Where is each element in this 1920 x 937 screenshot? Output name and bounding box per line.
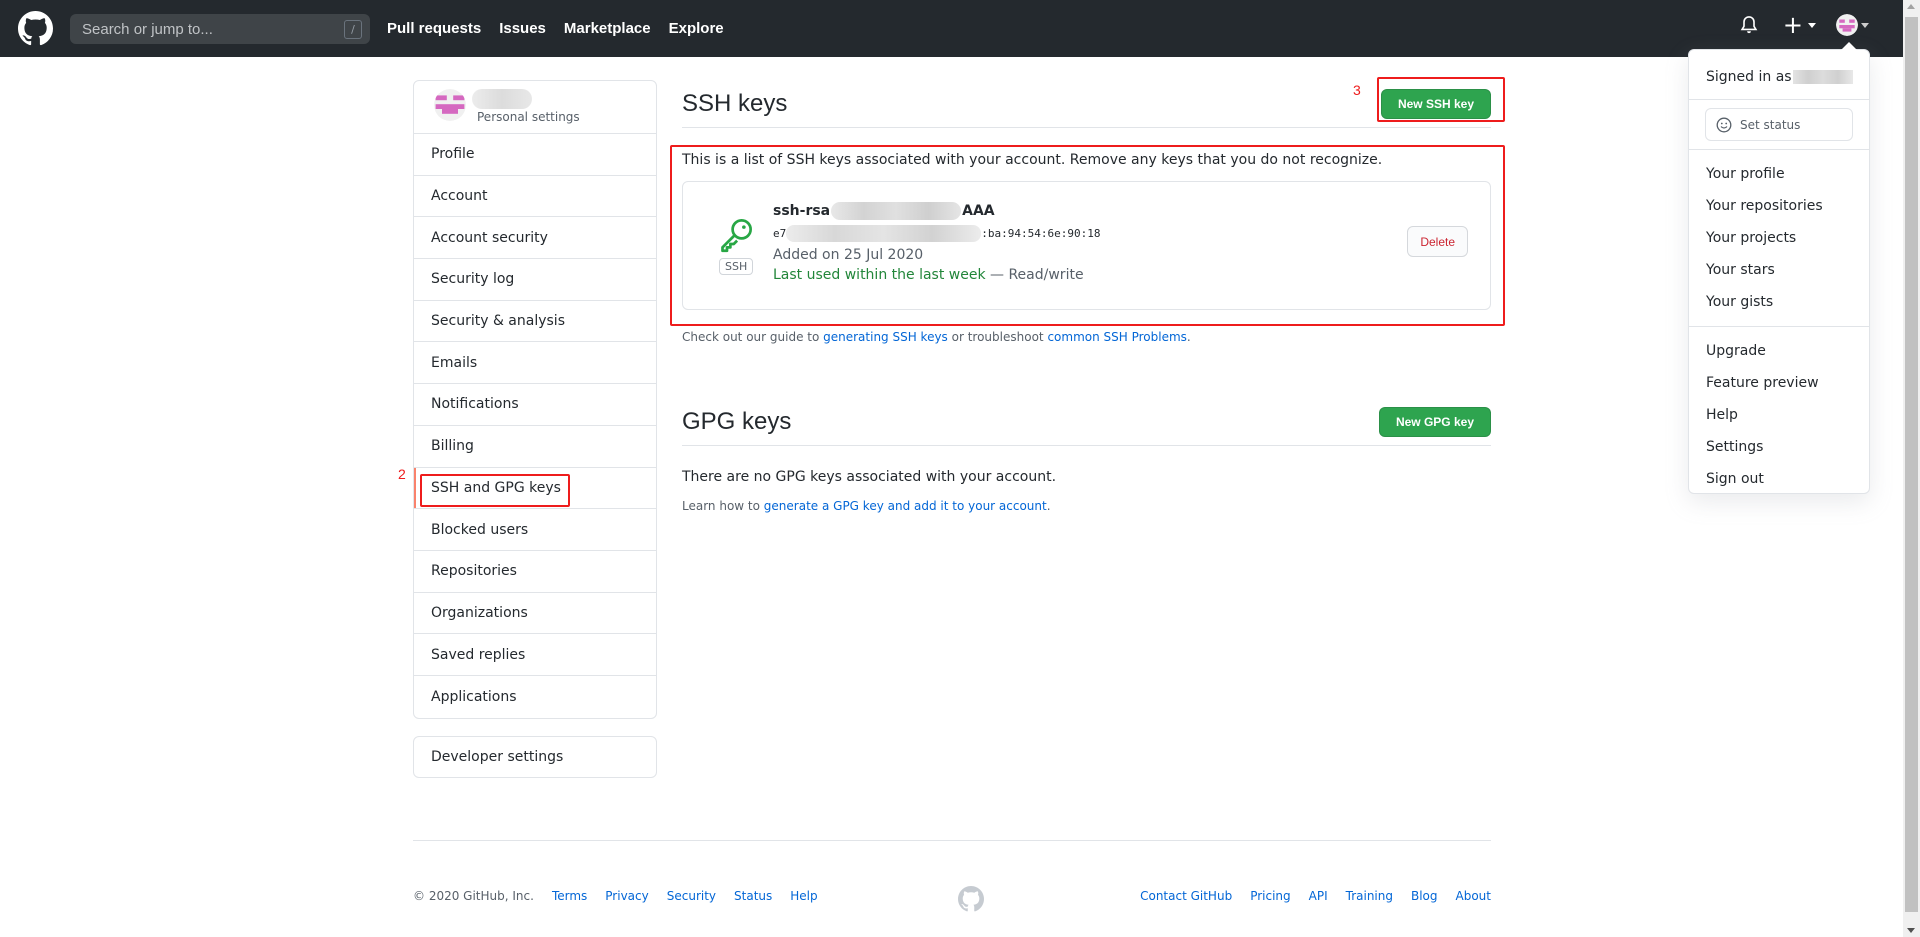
gpg-empty-message: There are no GPG keys associated with yo… <box>682 469 1057 485</box>
footer-link-about[interactable]: About <box>1456 889 1491 903</box>
sidebar-item-repositories[interactable]: Repositories <box>414 551 656 593</box>
ssh-keys-header: SSH keys New SSH key <box>682 80 1491 128</box>
divider <box>1689 99 1869 100</box>
global-nav: Pull requests Issues Marketplace Explore <box>387 0 742 57</box>
footer-link-security[interactable]: Security <box>667 889 716 903</box>
guide-middle: or troubleshoot <box>947 330 1048 344</box>
sidebar-item-saved-replies[interactable]: Saved replies <box>414 634 656 676</box>
sidebar-item-billing[interactable]: Billing <box>414 426 656 468</box>
footer-link-pricing[interactable]: Pricing <box>1250 889 1290 903</box>
learn-prefix: Learn how to <box>682 499 764 513</box>
footer-link-blog[interactable]: Blog <box>1411 889 1438 903</box>
avatar <box>434 89 466 121</box>
footer-right: Contact GitHub Pricing API Training Blog… <box>1122 889 1491 903</box>
search-box[interactable]: / <box>70 14 370 44</box>
sidebar-item-account[interactable]: Account <box>414 176 656 218</box>
header-actions: + <box>1739 11 1869 39</box>
footer-link-status[interactable]: Status <box>734 889 772 903</box>
annotation-box-new-ssh-key <box>1377 77 1505 122</box>
settings-sidebar: Personal settings Profile Account Accoun… <box>413 80 657 719</box>
signed-in-as: Signed in as <box>1689 50 1869 91</box>
github-logo-icon[interactable] <box>18 11 53 46</box>
sidebar-item-security-analysis[interactable]: Security & analysis <box>414 301 656 343</box>
divider <box>1689 149 1869 150</box>
redacted-username <box>1792 69 1853 84</box>
chevron-down-icon <box>1808 22 1816 28</box>
footer-link-contact[interactable]: Contact GitHub <box>1140 889 1232 903</box>
footer-link-api[interactable]: API <box>1309 889 1328 903</box>
sidebar-subtitle: Personal settings <box>477 110 580 124</box>
menu-settings[interactable]: Settings <box>1689 431 1869 463</box>
guide-suffix: . <box>1186 330 1191 344</box>
sidebar-item-applications[interactable]: Applications <box>414 676 656 718</box>
guide-prefix: Check out our guide to <box>682 330 824 344</box>
gpg-learn-text: Learn how to generate a GPG key and add … <box>682 499 1491 513</box>
notification-bell-icon[interactable] <box>1739 14 1759 36</box>
sidebar-item-emails[interactable]: Emails <box>414 342 656 385</box>
scroll-up-arrow-icon[interactable] <box>1907 4 1915 9</box>
chevron-down-icon <box>1861 22 1869 28</box>
set-status-label: Set status <box>1740 117 1801 132</box>
sidebar-item-developer-settings[interactable]: Developer settings <box>413 736 657 778</box>
scroll-down-arrow-icon[interactable] <box>1907 928 1915 933</box>
nav-explore[interactable]: Explore <box>669 20 724 37</box>
divider <box>1689 326 1869 327</box>
menu-your-gists[interactable]: Your gists <box>1689 286 1869 318</box>
footer-link-help[interactable]: Help <box>790 889 817 903</box>
gpg-keys-header: GPG keys New GPG key <box>682 398 1491 446</box>
sidebar-item-security-log[interactable]: Security log <box>414 259 656 301</box>
annotation-number-2: 2 <box>398 466 406 482</box>
generating-ssh-keys-link[interactable]: generating SSH keys <box>823 330 948 344</box>
user-menu-toggle[interactable] <box>1836 14 1869 36</box>
username-redacted <box>472 89 532 109</box>
sidebar-item-notifications[interactable]: Notifications <box>414 384 656 426</box>
ssh-keys-title: SSH keys <box>682 89 788 117</box>
signed-in-label: Signed in as <box>1706 68 1792 85</box>
user-dropdown-menu: Signed in as Set status Your profile You… <box>1688 42 1870 495</box>
annotation-box-ssh-key-list <box>670 145 1505 326</box>
footer-link-terms[interactable]: Terms <box>552 889 587 903</box>
footer-link-training[interactable]: Training <box>1346 889 1393 903</box>
github-mark-icon[interactable] <box>958 886 984 912</box>
annotation-number-3: 3 <box>1353 82 1361 98</box>
annotation-box-ssh-gpg-keys <box>420 474 570 507</box>
new-gpg-key-button[interactable]: New GPG key <box>1378 406 1491 437</box>
nav-pull-requests[interactable]: Pull requests <box>387 20 481 37</box>
footer-left: © 2020 GitHub, Inc. Terms Privacy Securi… <box>413 889 836 903</box>
copyright: © 2020 GitHub, Inc. <box>413 889 534 903</box>
sidebar-item-profile[interactable]: Profile <box>414 134 656 176</box>
gpg-keys-title: GPG keys <box>682 407 792 435</box>
generate-gpg-key-link[interactable]: generate a GPG key and add it to your ac… <box>764 499 1047 513</box>
menu-upgrade[interactable]: Upgrade <box>1689 335 1869 367</box>
menu-your-stars[interactable]: Your stars <box>1689 254 1869 286</box>
avatar <box>1836 14 1858 36</box>
search-shortcut-hint: / <box>344 20 362 39</box>
menu-your-repositories[interactable]: Your repositories <box>1689 190 1869 222</box>
footer-link-privacy[interactable]: Privacy <box>605 889 648 903</box>
search-input[interactable] <box>82 20 342 38</box>
set-status-button[interactable]: Set status <box>1705 108 1853 141</box>
sidebar-item-organizations[interactable]: Organizations <box>414 593 656 635</box>
top-header: / Pull requests Issues Marketplace Explo… <box>0 0 1903 57</box>
footer: © 2020 GitHub, Inc. Terms Privacy Securi… <box>413 840 1491 912</box>
menu-sign-out[interactable]: Sign out <box>1689 463 1869 495</box>
nav-marketplace[interactable]: Marketplace <box>564 20 651 37</box>
learn-suffix: . <box>1046 499 1051 513</box>
ssh-guide-text: Check out our guide to generating SSH ke… <box>682 330 1491 344</box>
page-scrollbar[interactable] <box>1903 0 1920 937</box>
menu-feature-preview[interactable]: Feature preview <box>1689 367 1869 399</box>
menu-help[interactable]: Help <box>1689 399 1869 431</box>
create-new-dropdown[interactable]: + <box>1782 11 1816 39</box>
nav-issues[interactable]: Issues <box>499 20 546 37</box>
menu-your-profile[interactable]: Your profile <box>1689 158 1869 190</box>
sidebar-header: Personal settings <box>414 81 656 134</box>
plus-icon: + <box>1782 11 1803 39</box>
menu-your-projects[interactable]: Your projects <box>1689 222 1869 254</box>
scrollbar-thumb[interactable] <box>1905 17 1918 912</box>
common-ssh-problems-link[interactable]: common SSH Problems <box>1047 330 1186 344</box>
smiley-icon <box>1716 117 1732 132</box>
sidebar-item-blocked-users[interactable]: Blocked users <box>414 509 656 551</box>
sidebar-item-account-security[interactable]: Account security <box>414 217 656 260</box>
